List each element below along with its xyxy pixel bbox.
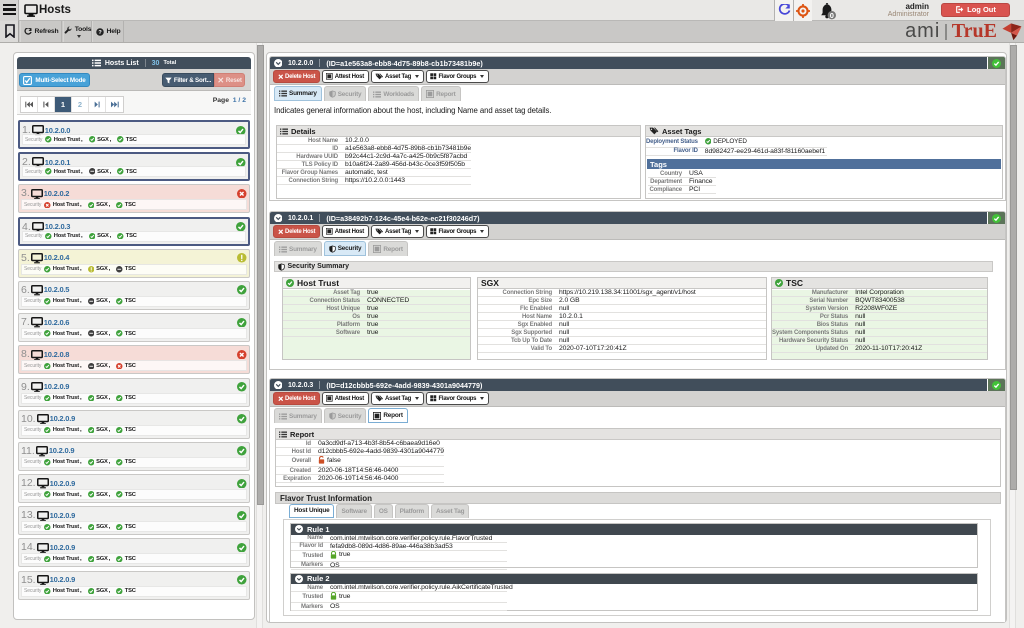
svg-text:0: 0	[830, 11, 834, 20]
